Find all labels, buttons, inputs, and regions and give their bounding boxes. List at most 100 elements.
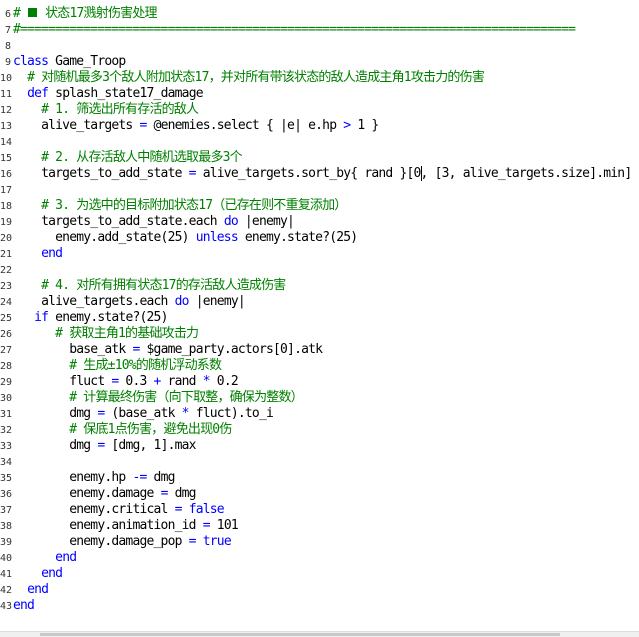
line-number: 41 <box>0 569 13 580</box>
token-keyword: = <box>188 534 197 549</box>
code-line[interactable]: 41 end <box>0 566 639 582</box>
code-text: enemy.animation_id = 101 <box>13 518 238 534</box>
token-text: [dmg, 1].max <box>104 438 196 453</box>
code-line[interactable]: 17 <box>0 182 639 198</box>
code-line[interactable]: 33 dmg = [dmg, 1].max <box>0 438 639 454</box>
code-line[interactable]: 27 base_atk = $game_party.actors[0].atk <box>0 342 639 358</box>
code-line[interactable]: 26 # 获取主角1的基础攻击力 <box>0 326 639 342</box>
code-line[interactable]: 28 # 生成±10%的随机浮动系数 <box>0 358 639 374</box>
code-line[interactable]: 31 dmg = (base_atk * fluct).to_i <box>0 406 639 422</box>
code-text: end <box>13 550 77 566</box>
code-line[interactable]: 29 fluct = 0.3 + rand * 0.2 <box>0 374 639 390</box>
line-number: 32 <box>0 425 13 436</box>
line-number: 20 <box>0 233 13 244</box>
code-text: # 生成±10%的随机浮动系数 <box>13 358 222 374</box>
code-line[interactable]: 8 <box>0 38 639 54</box>
code-line[interactable]: 22 <box>0 262 639 278</box>
code-line[interactable]: 18 # 3. 为选中的目标附加状态17（已存在则不重复添加） <box>0 198 639 214</box>
code-line[interactable]: 6 # 状态17溅射伤害处理 <box>0 6 639 22</box>
token-text: rand <box>160 374 203 389</box>
token-text: Game_Troop <box>48 54 126 69</box>
line-number: 19 <box>0 217 13 228</box>
token-text: 0.3 <box>118 374 154 389</box>
code-editor[interactable]: 6 # 状态17溅射伤害处理 7 #=========================… <box>0 0 639 631</box>
line-number: 36 <box>0 489 13 500</box>
code-line[interactable]: 42 end <box>0 582 639 598</box>
line-number: 16 <box>0 169 13 180</box>
token-text: enemy.state?(25) <box>237 230 358 245</box>
token-text: base_atk <box>13 342 133 357</box>
line-number: 14 <box>0 137 13 148</box>
code-text: alive_targets = @enemies.select { |e| e.… <box>13 118 379 134</box>
token-comment: # 1. 筛选出所有存活的敌人 <box>41 102 199 117</box>
code-line[interactable]: 30 # 计算最终伤害（向下取整，确保为整数） <box>0 390 639 406</box>
line-number: 15 <box>0 153 13 164</box>
code-line[interactable]: 38 enemy.animation_id = 101 <box>0 518 639 534</box>
token-keyword: end <box>41 566 63 581</box>
token-comment: 状态17溅射伤害处理 <box>38 6 157 21</box>
line-number: 38 <box>0 521 13 532</box>
code-line[interactable]: 12 # 1. 筛选出所有存活的敌人 <box>0 102 639 118</box>
line-number: 13 <box>0 121 13 132</box>
line-number: 24 <box>0 297 13 308</box>
code-line[interactable]: 36 enemy.damage = dmg <box>0 486 639 502</box>
code-text: #=======================================… <box>13 22 576 38</box>
code-line[interactable]: 40 end <box>0 550 639 566</box>
token-comment: # 获取主角1的基础攻击力 <box>55 326 199 341</box>
code-line[interactable]: 9 class Game_Troop <box>0 54 639 70</box>
token-keyword: def <box>27 86 49 101</box>
code-line[interactable]: 19 targets_to_add_state.each do |enemy| <box>0 214 639 230</box>
token-comment: # 4. 对所有拥有状态17的存活敌人造成伤害 <box>41 278 286 293</box>
code-line[interactable]: 24 alive_targets.each do |enemy| <box>0 294 639 310</box>
code-line[interactable]: 35 enemy.hp -= dmg <box>0 470 639 486</box>
code-line[interactable]: 15 # 2. 从存活敌人中随机选取最多3个 <box>0 150 639 166</box>
token-keyword: = <box>188 166 197 181</box>
token-keyword: * <box>202 374 211 389</box>
code-text: base_atk = $game_party.actors[0].atk <box>13 342 323 358</box>
code-text: fluct = 0.3 + rand * 0.2 <box>13 374 238 390</box>
token-comment: # 计算最终伤害（向下取整，确保为整数） <box>69 390 303 405</box>
line-number: 21 <box>0 249 13 260</box>
code-line[interactable]: 21 end <box>0 246 639 262</box>
code-text: end <box>13 582 49 598</box>
code-line[interactable]: 20 enemy.add_state(25) unless enemy.stat… <box>0 230 639 246</box>
token-keyword: * <box>181 406 190 421</box>
code-line[interactable]: 37 enemy.critical = false <box>0 502 639 518</box>
code-line[interactable]: 25 if enemy.state?(25) <box>0 310 639 326</box>
code-text: dmg = [dmg, 1].max <box>13 438 196 454</box>
code-text: enemy.add_state(25) unless enemy.state?(… <box>13 230 358 246</box>
token-keyword: -= <box>132 470 147 485</box>
token-text: enemy.hp <box>13 470 133 485</box>
horizontal-scrollbar[interactable] <box>0 631 639 637</box>
line-number: 18 <box>0 201 13 212</box>
token-keyword: end <box>41 246 63 261</box>
line-number: 22 <box>0 265 13 276</box>
code-line[interactable]: 14 <box>0 134 639 150</box>
line-number: 33 <box>0 441 13 452</box>
code-line[interactable]: 43 end <box>0 598 639 614</box>
code-line[interactable]: 10 # 对随机最多3个敌人附加状态17，并对所有带该状态的敌人造成主角1攻击力… <box>0 70 639 86</box>
token-comment: # <box>13 6 28 21</box>
code-line[interactable]: 7 #======================================… <box>0 22 639 38</box>
code-line[interactable]: 34 <box>0 454 639 470</box>
line-number: 9 <box>4 57 11 68</box>
code-line[interactable]: 11 def splash_state17_damage <box>0 86 639 102</box>
code-text: # 1. 筛选出所有存活的敌人 <box>13 102 199 118</box>
code-line[interactable]: 13 alive_targets = @enemies.select { |e|… <box>0 118 639 134</box>
code-line[interactable]: 16 targets_to_add_state = alive_targets.… <box>0 166 639 182</box>
token-text: alive_targets.sort_by{ rand }[0, [3, ali… <box>195 166 632 181</box>
text-caret <box>420 166 422 181</box>
token-comment: # 对随机最多3个敌人附加状态17，并对所有带该状态的敌人造成主角1攻击力的伤害 <box>27 70 485 85</box>
token-keyword: do <box>223 214 239 229</box>
code-line[interactable]: 39 enemy.damage_pop = true <box>0 534 639 550</box>
token-text: $game_party.actors[0].atk <box>139 342 323 357</box>
code-line[interactable]: 23 # 4. 对所有拥有状态17的存活敌人造成伤害 <box>0 278 639 294</box>
line-number: 39 <box>0 537 13 548</box>
code-line[interactable]: 32 # 保底1点伤害，避免出现0伤 <box>0 422 639 438</box>
